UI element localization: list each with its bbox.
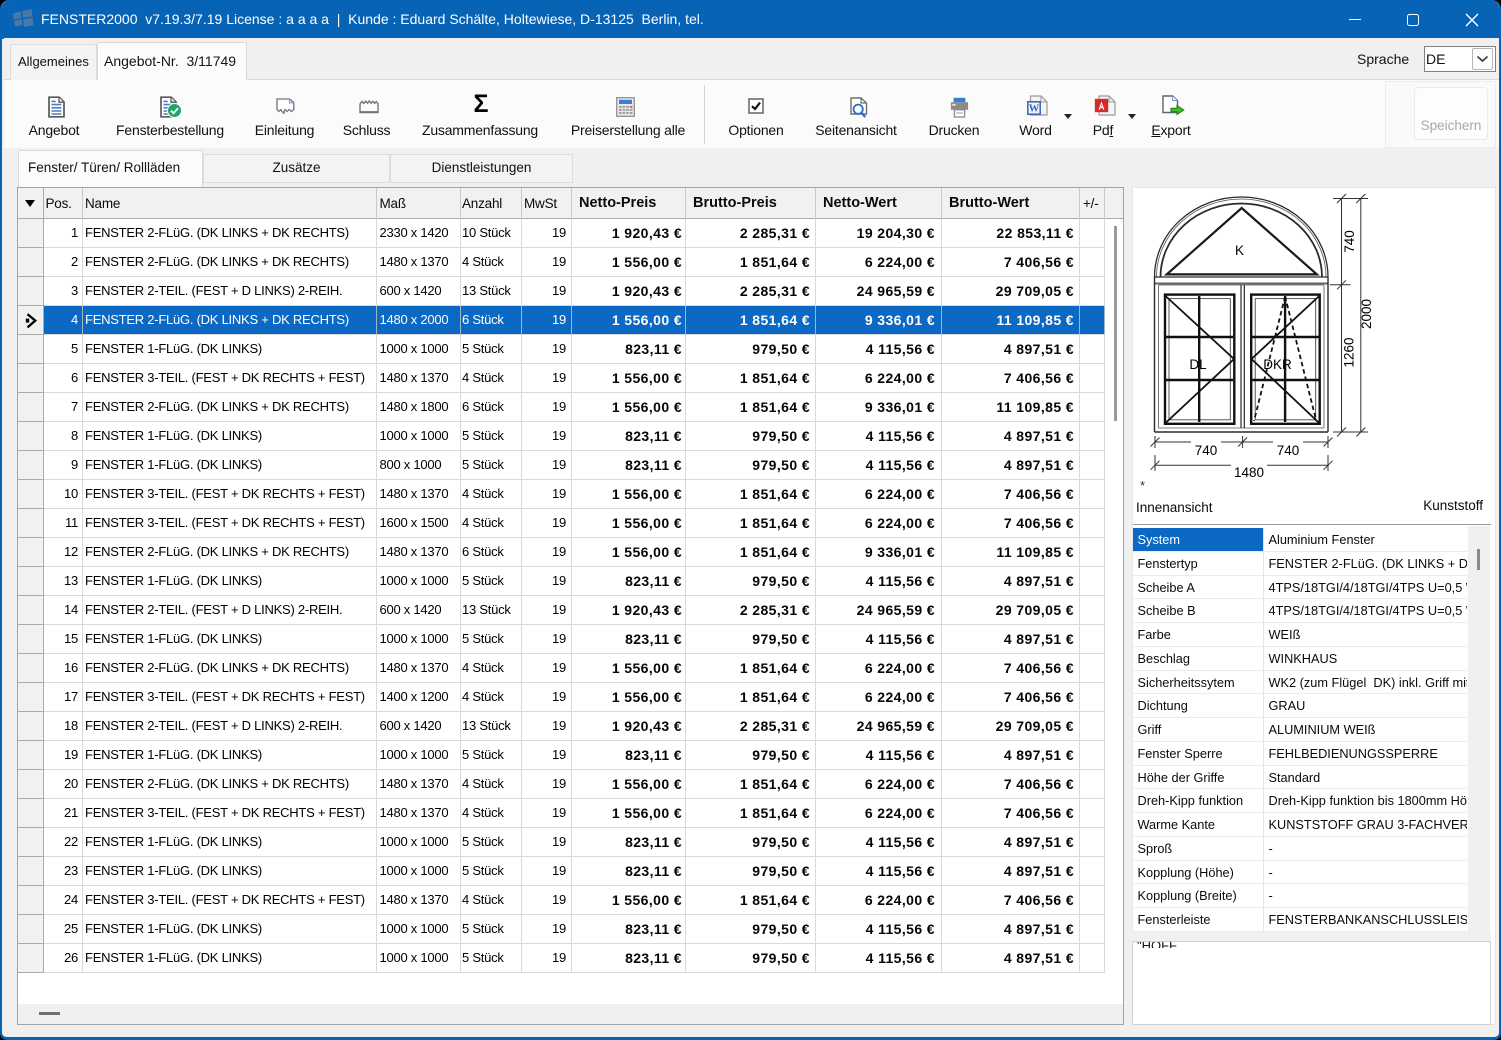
svg-text:DKR: DKR <box>1263 357 1292 372</box>
svg-text:K: K <box>1235 243 1244 258</box>
svg-text:2000: 2000 <box>1359 299 1374 329</box>
svg-text:DL: DL <box>1189 357 1207 372</box>
svg-text:740: 740 <box>1277 443 1300 458</box>
svg-text:1480: 1480 <box>1234 465 1264 480</box>
svg-text:W: W <box>1028 103 1039 114</box>
svg-text:740: 740 <box>1195 443 1218 458</box>
svg-text:1260: 1260 <box>1342 337 1357 367</box>
svg-text:740: 740 <box>1342 230 1357 253</box>
